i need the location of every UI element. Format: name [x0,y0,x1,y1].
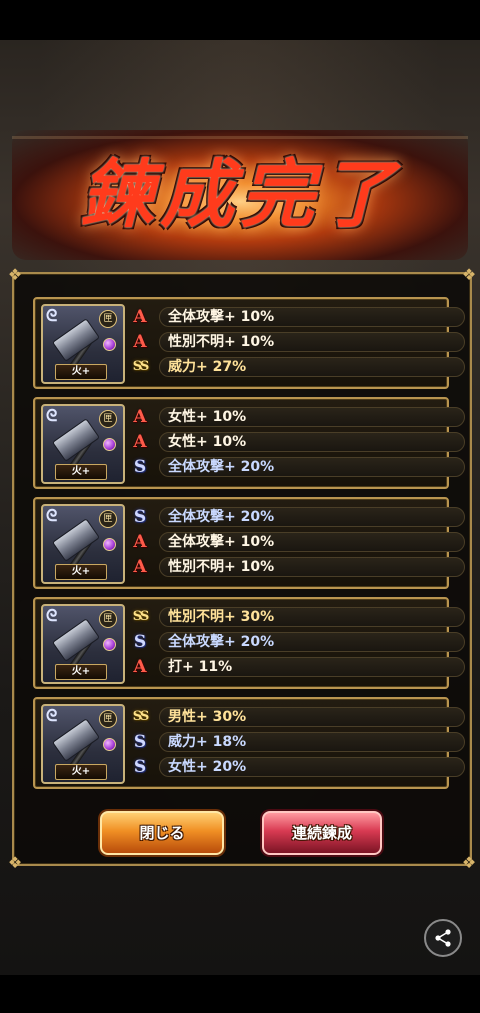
weapon-thumbnail[interactable]: ᘓ 匣火+ [41,304,125,384]
corner-ornament-icon: ❖ [7,853,23,872]
stat-row: A 女性+ 10% [129,432,465,452]
stat-row: A 性別不明+ 10% [129,332,465,352]
element-label: 火+ [55,364,107,380]
result-card[interactable]: ᘓ 匣火+ A 女性+ 10% A 女性+ 10% S 全体攻撃+ 20% [33,397,465,489]
rank-s-icon: S [133,732,147,752]
rank-a-icon: A [133,532,147,552]
skill-swirl-icon: ᘓ [46,306,58,325]
medal-badge: 匣 [99,710,117,728]
rank-ss-icon: SS [132,359,150,374]
gem-icon [103,738,116,751]
stat-row: A 全体攻撃+ 10% [129,307,465,327]
medal-badge: 匣 [99,510,117,528]
stat-text: 男性+ 30% [159,707,465,727]
rank-a-icon: A [133,407,147,427]
weapon-thumbnail[interactable]: ᘓ 匣火+ [41,704,125,784]
weapon-thumbnail[interactable]: ᘓ 匣火+ [41,604,125,684]
element-label: 火+ [55,664,107,680]
medal-badge: 匣 [99,610,117,628]
stat-row: A 女性+ 10% [129,407,465,427]
stat-text: 全体攻撃+ 10% [159,532,465,552]
result-card[interactable]: ᘓ 匣火+ SS 男性+ 30% S 威力+ 18% S 女性+ 20% [33,697,465,789]
element-label: 火+ [55,564,107,580]
stat-row: S 全体攻撃+ 20% [129,507,465,527]
stat-text: 打+ 11% [159,657,465,677]
stat-row: S 威力+ 18% [129,732,465,752]
rank-s-icon: S [133,507,147,527]
gem-icon [103,438,116,451]
stat-row: A 性別不明+ 10% [129,557,465,577]
result-card[interactable]: ᘓ 匣火+ A 全体攻撃+ 10% A 性別不明+ 10% SS 威力+ 27% [33,297,465,389]
rank-a-icon: A [133,307,147,327]
stat-row: S 全体攻撃+ 20% [129,632,465,652]
stat-text: 全体攻撃+ 20% [159,457,465,477]
rank-a-icon: A [133,432,147,452]
stat-row: SS 威力+ 27% [129,357,465,377]
stat-text: 全体攻撃+ 10% [159,307,465,327]
gem-icon [103,338,116,351]
stat-text: 女性+ 10% [159,407,465,427]
stat-text: 全体攻撃+ 20% [159,632,465,652]
result-card[interactable]: ᘓ 匣火+ SS 性別不明+ 30% S 全体攻撃+ 20% A 打+ 11% [33,597,465,689]
rank-ss-icon: SS [132,709,150,724]
corner-ornament-icon: ❖ [461,853,477,872]
stat-text: 性別不明+ 30% [159,607,465,627]
rank-a-icon: A [133,657,147,677]
medal-badge: 匣 [99,410,117,428]
skill-swirl-icon: ᘓ [46,706,58,725]
stat-row: S 女性+ 20% [129,757,465,777]
continuous-refine-button[interactable]: 連続鍊成 [262,811,382,855]
close-button[interactable]: 閉じる [100,811,224,855]
stat-text: 威力+ 18% [159,732,465,752]
share-icon [435,929,451,947]
status-bar [0,0,480,40]
skill-swirl-icon: ᘓ [46,606,58,625]
rank-s-icon: S [133,457,147,477]
stat-row: SS 性別不明+ 30% [129,607,465,627]
weapon-thumbnail[interactable]: ᘓ 匣火+ [41,504,125,584]
stat-text: 女性+ 10% [159,432,465,452]
stat-row: A 全体攻撃+ 10% [129,532,465,552]
corner-ornament-icon: ❖ [461,265,477,284]
skill-swirl-icon: ᘓ [46,406,58,425]
result-card[interactable]: ᘓ 匣火+ S 全体攻撃+ 20% A 全体攻撃+ 10% A 性別不明+ 10% [33,497,465,589]
navigation-bar [0,975,480,1013]
gem-icon [103,638,116,651]
element-label: 火+ [55,764,107,780]
stat-row: A 打+ 11% [129,657,465,677]
rank-a-icon: A [133,557,147,577]
stat-text: 女性+ 20% [159,757,465,777]
stat-row: SS 男性+ 30% [129,707,465,727]
gem-icon [103,538,116,551]
stat-text: 性別不明+ 10% [159,332,465,352]
stat-text: 性別不明+ 10% [159,557,465,577]
skill-swirl-icon: ᘓ [46,506,58,525]
rank-s-icon: S [133,757,147,777]
weapon-thumbnail[interactable]: ᘓ 匣火+ [41,404,125,484]
share-button[interactable] [424,919,462,957]
element-label: 火+ [55,464,107,480]
page-title: 鍊成完了 [80,152,400,238]
rank-s-icon: S [133,632,147,652]
stat-row: S 全体攻撃+ 20% [129,457,465,477]
rank-ss-icon: SS [132,609,150,624]
medal-badge: 匣 [99,310,117,328]
stat-text: 威力+ 27% [159,357,465,377]
rank-a-icon: A [133,332,147,352]
stat-text: 全体攻撃+ 20% [159,507,465,527]
corner-ornament-icon: ❖ [7,265,23,284]
